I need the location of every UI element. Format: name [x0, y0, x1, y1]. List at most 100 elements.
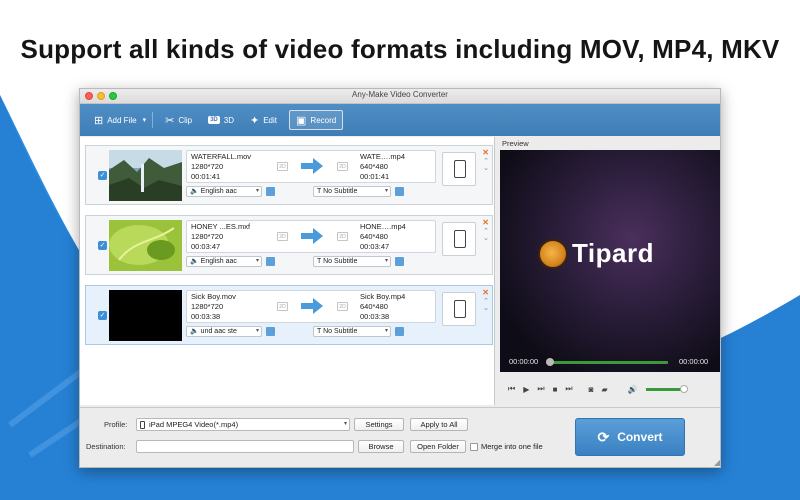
- edit-label: Edit: [263, 115, 278, 125]
- output-resolution: 640*480: [360, 232, 388, 241]
- subtitle-select[interactable]: T No Subtitle ▾: [313, 186, 391, 197]
- total-time: 00:00:00: [679, 357, 709, 366]
- remove-file-icon[interactable]: ✕: [482, 288, 489, 297]
- file-row[interactable]: ✓ WATERFALL.mov 1280*720 00:01:41 2D 2D …: [85, 145, 493, 205]
- destination-label: Destination:: [86, 442, 126, 451]
- skip-back-icon[interactable]: ⏮: [508, 384, 515, 394]
- source-duration: 00:01:41: [191, 172, 221, 181]
- add-subtitle-icon[interactable]: [395, 187, 404, 196]
- 2d-badge-source: 2D: [277, 232, 288, 241]
- source-duration: 00:03:38: [191, 312, 221, 321]
- 3d-button[interactable]: 3D 3D: [202, 110, 240, 130]
- audio-track-select[interactable]: 🔈 English aac ▾: [186, 186, 262, 197]
- file-checkbox[interactable]: ✓: [98, 171, 107, 180]
- camera-icon: ▣: [296, 114, 307, 127]
- add-audio-icon[interactable]: [266, 257, 275, 266]
- remove-file-icon[interactable]: ✕: [482, 148, 489, 157]
- ipad-icon: [454, 230, 466, 248]
- output-duration: 00:03:47: [360, 242, 390, 251]
- file-checkbox[interactable]: ✓: [98, 241, 107, 250]
- fast-forward-icon[interactable]: ⏭: [537, 384, 544, 394]
- convert-button[interactable]: ⟳ Convert: [575, 418, 685, 456]
- convert-arrow-icon: [301, 158, 323, 174]
- move-down-icon[interactable]: ⌄: [483, 234, 489, 242]
- convert-arrow-icon: [301, 298, 323, 314]
- scissors-icon: ✂: [165, 114, 175, 127]
- 2d-badge-output: 2D: [337, 232, 348, 241]
- play-icon[interactable]: ▶: [523, 385, 529, 394]
- merge-checkbox[interactable]: [470, 443, 478, 451]
- preview-player: Tipard 00:00:00 00:00:00: [500, 150, 720, 372]
- remove-file-icon[interactable]: ✕: [482, 218, 489, 227]
- 2d-badge-source: 2D: [277, 302, 288, 311]
- video-thumbnail: [109, 150, 182, 201]
- speaker-icon: 🔈: [190, 188, 199, 195]
- convert-arrow-icon: [301, 228, 323, 244]
- profile-select[interactable]: iPad MPEG4 Video(*.mp4) ▾: [136, 418, 350, 431]
- open-folder-button[interactable]: Open Folder: [410, 440, 466, 453]
- file-checkbox[interactable]: ✓: [98, 311, 107, 320]
- audio-track-select[interactable]: 🔈 English aac ▾: [186, 256, 262, 267]
- move-down-icon[interactable]: ⌄: [483, 164, 489, 172]
- output-device-button[interactable]: [442, 222, 476, 256]
- record-button[interactable]: ▣ Record: [289, 110, 344, 130]
- audio-track-value: und aac ste: [200, 328, 237, 335]
- volume-icon[interactable]: 🔊: [628, 385, 638, 394]
- output-device-button[interactable]: [442, 152, 476, 186]
- preview-label: Preview: [502, 139, 529, 148]
- tipard-logo: Tipard: [538, 238, 654, 269]
- browse-button[interactable]: Browse: [358, 440, 404, 453]
- headline: Support all kinds of video formats inclu…: [20, 34, 780, 64]
- move-down-icon[interactable]: ⌄: [483, 304, 489, 312]
- output-filename: WATE….mp4: [360, 152, 406, 161]
- add-subtitle-icon[interactable]: [395, 327, 404, 336]
- conversion-info: Sick Boy.mov 1280*720 00:03:38 2D 2D Sic…: [186, 290, 436, 323]
- add-file-dropdown-icon[interactable]: ▾: [143, 116, 147, 124]
- app-window: Any-Make Video Converter ⊞ Add File ▾ ✂ …: [79, 88, 721, 468]
- chevron-down-icon: ▾: [384, 188, 388, 194]
- source-filename: HONEY ...ES.mxf: [191, 222, 251, 231]
- add-audio-icon[interactable]: [266, 187, 275, 196]
- seek-bar[interactable]: [550, 361, 668, 364]
- conversion-info: WATERFALL.mov 1280*720 00:01:41 2D 2D WA…: [186, 150, 436, 183]
- audio-track-select[interactable]: 🔈 und aac ste ▾: [186, 326, 262, 337]
- subtitle-select[interactable]: T No Subtitle ▾: [313, 256, 391, 267]
- edit-button[interactable]: ✦ Edit: [244, 110, 283, 130]
- audio-track-value: English aac: [200, 258, 237, 265]
- window-title: Any-Make Video Converter: [352, 90, 448, 99]
- file-row[interactable]: ✓ HONEY ...ES.mxf 1280*720 00:03:47 2D 2…: [85, 215, 493, 275]
- add-audio-icon[interactable]: [266, 327, 275, 336]
- resize-grip-icon[interactable]: ◢: [714, 458, 720, 467]
- chevron-down-icon: ▾: [255, 328, 259, 334]
- source-details: Sick Boy.mov 1280*720 00:03:38: [191, 292, 236, 322]
- add-file-button[interactable]: ⊞ Add File: [88, 110, 143, 130]
- add-subtitle-icon[interactable]: [395, 257, 404, 266]
- add-file-label: Add File: [107, 115, 137, 125]
- stop-icon[interactable]: ■: [553, 385, 558, 394]
- volume-slider[interactable]: [645, 384, 688, 393]
- seek-handle[interactable]: [546, 358, 554, 366]
- volume-handle[interactable]: [679, 384, 688, 393]
- file-row[interactable]: ✓ Sick Boy.mov 1280*720 00:03:38 2D 2D S…: [85, 285, 493, 345]
- video-thumbnail: [109, 290, 182, 341]
- snapshot-icon[interactable]: ◙: [589, 385, 594, 394]
- output-duration: 00:03:38: [360, 312, 390, 321]
- apply-to-all-button[interactable]: Apply to All: [410, 418, 468, 431]
- skip-end-icon[interactable]: ⏭: [565, 384, 572, 394]
- toolbar: ⊞ Add File ▾ ✂ Clip 3D 3D ✦ Edit ▣ Recor…: [80, 104, 720, 136]
- clip-button[interactable]: ✂ Clip: [159, 110, 198, 130]
- output-details: Sick Boy.mp4 640*480 00:03:38: [360, 292, 405, 322]
- text-icon: T: [317, 188, 322, 195]
- subtitle-select[interactable]: T No Subtitle ▾: [313, 326, 391, 337]
- ipad-icon: [454, 300, 466, 318]
- destination-input[interactable]: [136, 440, 354, 453]
- source-details: HONEY ...ES.mxf 1280*720 00:03:47: [191, 222, 250, 252]
- source-resolution: 1280*720: [191, 162, 224, 171]
- output-device-button[interactable]: [442, 292, 476, 326]
- folder-icon[interactable]: ▰: [601, 385, 607, 394]
- tiger-logo-icon: [538, 238, 568, 269]
- settings-button[interactable]: Settings: [354, 418, 404, 431]
- refresh-icon: ⟳: [597, 428, 610, 445]
- output-filename: Sick Boy.mp4: [360, 292, 406, 301]
- video-thumbnail: [109, 220, 182, 271]
